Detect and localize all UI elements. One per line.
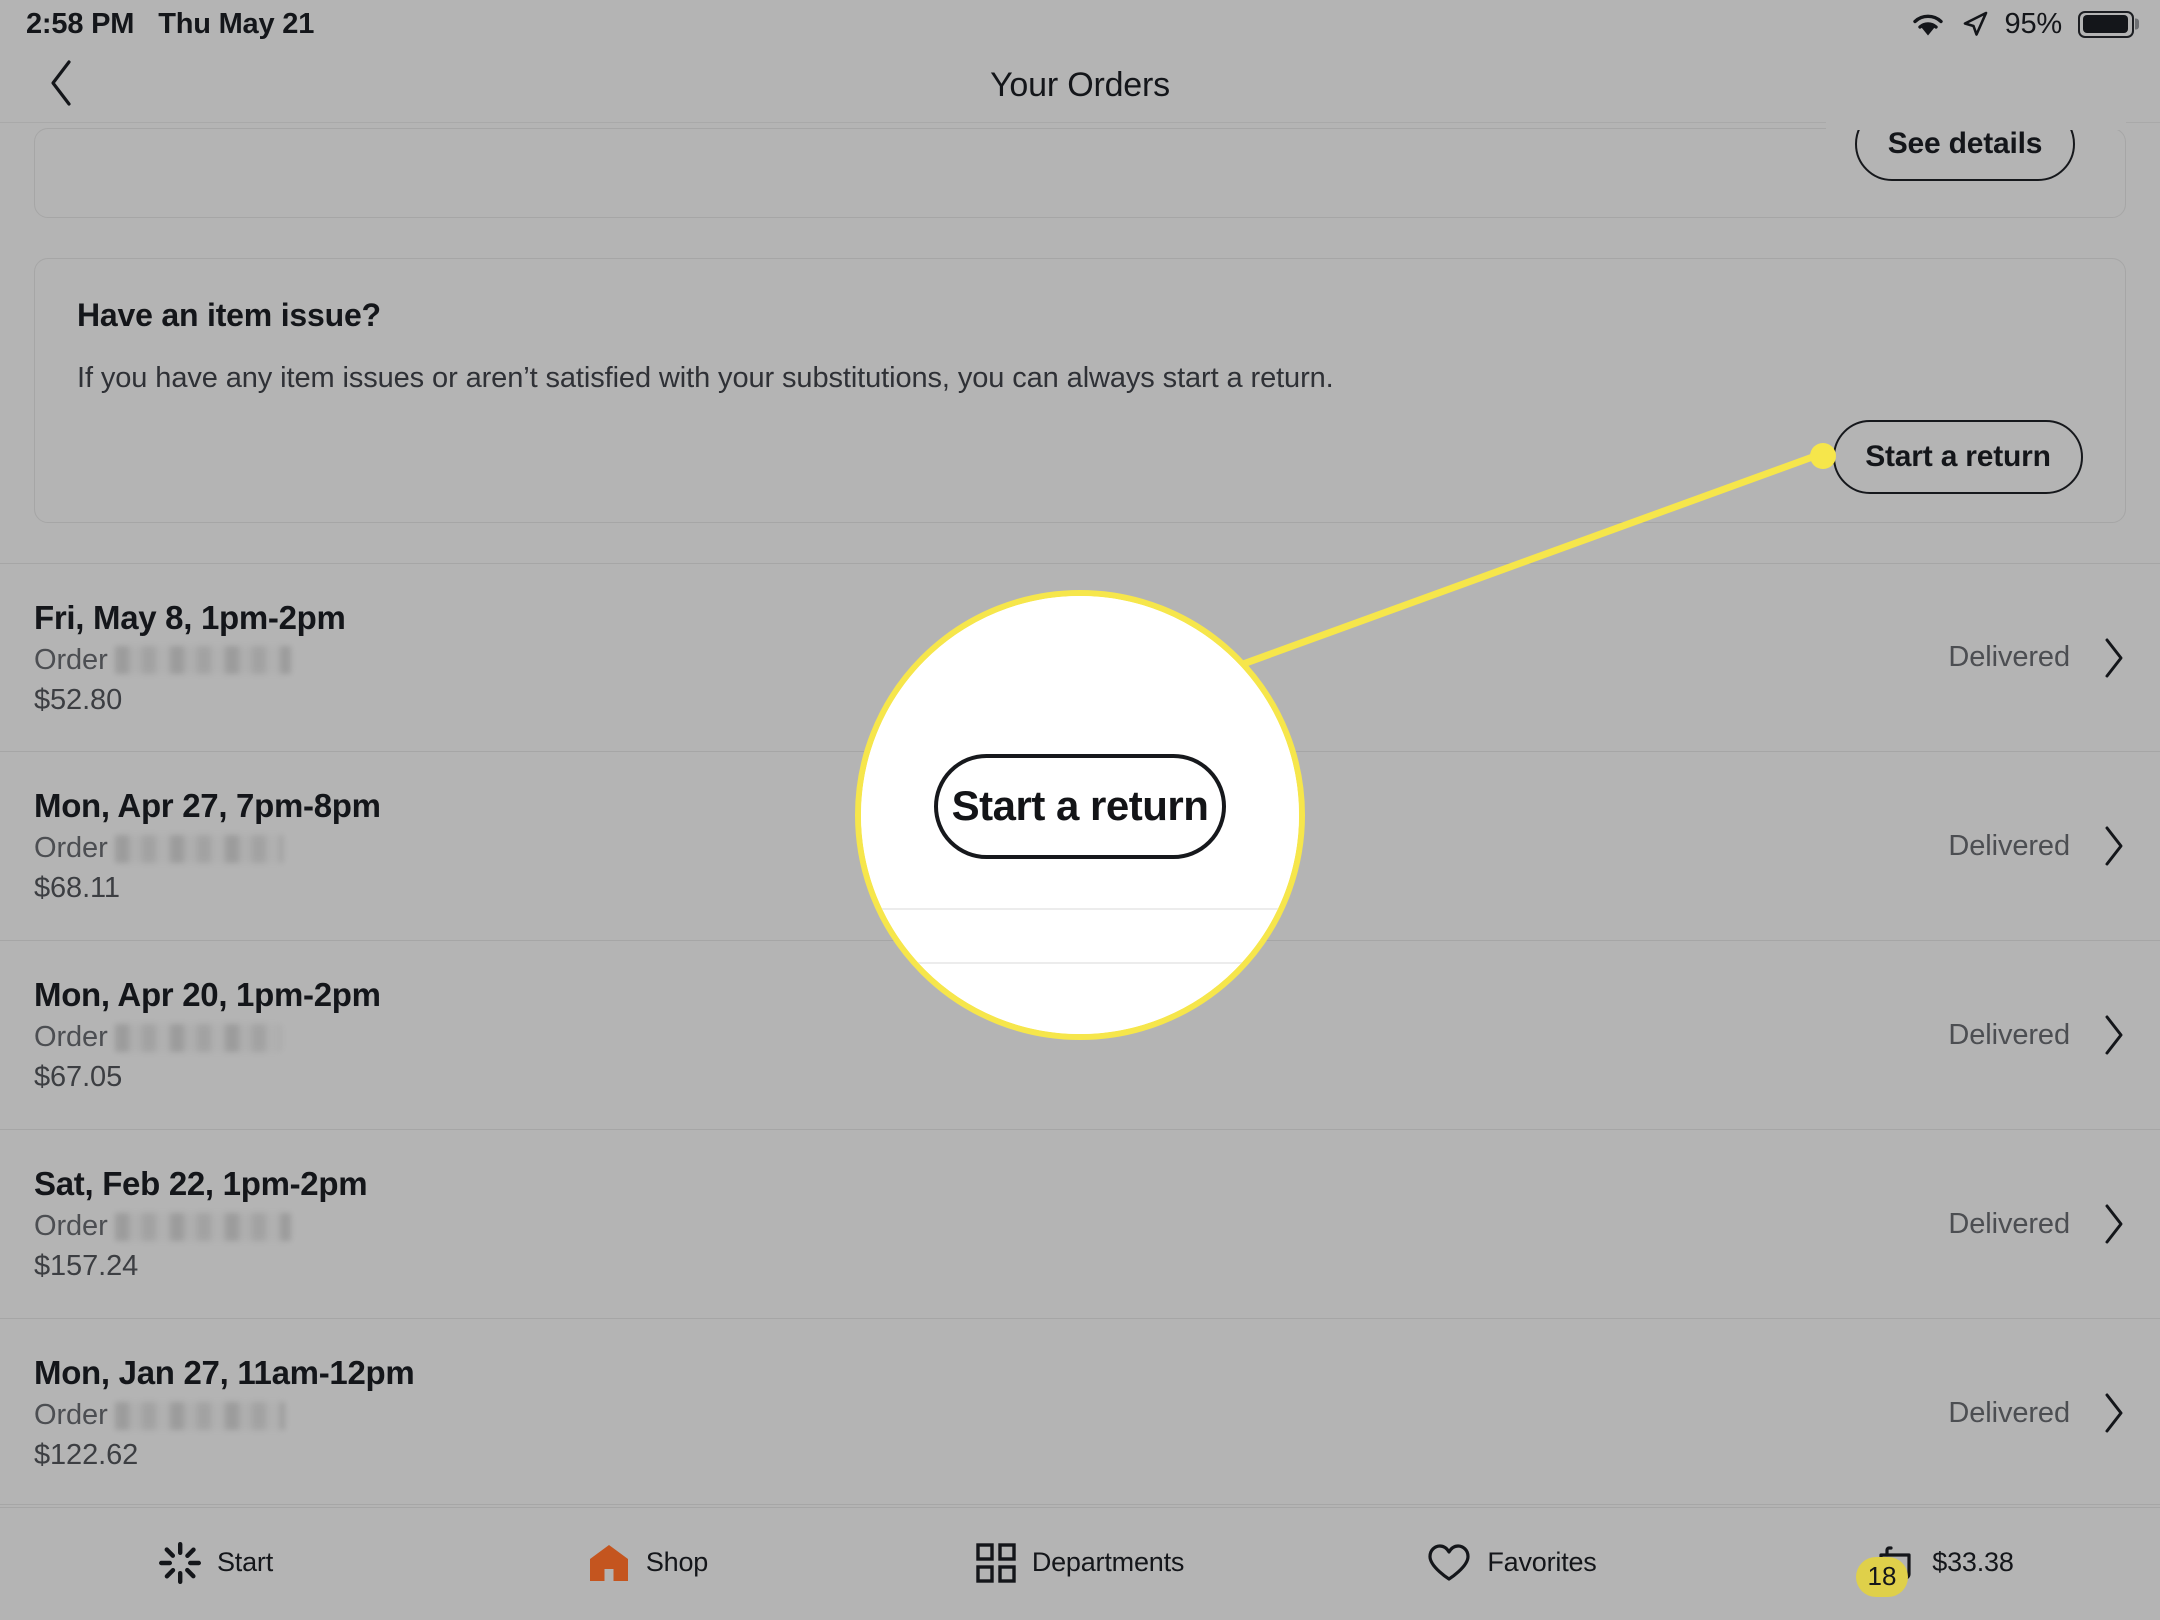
status-bar-right: 95% bbox=[1911, 7, 2139, 41]
order-date: Mon, Apr 27, 7pm-8pm bbox=[34, 787, 381, 824]
back-button[interactable] bbox=[34, 57, 90, 113]
chevron-right-icon[interactable] bbox=[2102, 637, 2126, 679]
cart-item-count-badge: 18 bbox=[1856, 1556, 1908, 1597]
item-issue-title: Have an item issue? bbox=[77, 297, 381, 333]
nav-label-shop: Shop bbox=[645, 1547, 709, 1577]
order-status-group: Delivered bbox=[1948, 1014, 2126, 1056]
order-status-group: Delivered bbox=[1948, 637, 2126, 679]
order-status-text: Delivered bbox=[1948, 1207, 2070, 1240]
nav-label-start: Start bbox=[216, 1547, 274, 1577]
order-total: $122.62 bbox=[34, 1439, 139, 1471]
order-number-label: Order bbox=[34, 1210, 108, 1242]
order-info: Sat, Feb 22, 1pm-2pm Order $157.24 bbox=[34, 1165, 368, 1283]
order-status-group: Delivered bbox=[1948, 1203, 2126, 1245]
magnified-start-a-return-button[interactable]: Start a return bbox=[934, 753, 1226, 859]
order-number-redacted bbox=[114, 1023, 281, 1052]
store-house-icon bbox=[588, 1542, 630, 1584]
heart-icon bbox=[1427, 1543, 1471, 1583]
magnifier-callout: Start a return bbox=[855, 590, 1305, 1040]
wifi-icon bbox=[1911, 11, 1945, 37]
order-status-group: Delivered bbox=[1948, 825, 2126, 867]
order-total: $157.24 bbox=[34, 1250, 139, 1282]
order-number-line: Order bbox=[34, 1021, 381, 1054]
order-info: Fri, May 8, 1pm-2pm Order $52.80 bbox=[34, 599, 346, 717]
card-top-clip-mask bbox=[1826, 98, 2126, 130]
app-screen: 2:58 PM Thu May 21 95% Your Orders See d… bbox=[0, 0, 2160, 1620]
chevron-right-icon[interactable] bbox=[2102, 1392, 2126, 1434]
nav-label-favorites: Favorites bbox=[1487, 1547, 1597, 1577]
nav-item-favorites[interactable]: Favorites bbox=[1296, 1543, 1728, 1583]
bottom-navigation-bar: Start Shop Departments Favorites 18 $33.… bbox=[0, 1504, 2160, 1620]
order-total: $68.11 bbox=[34, 872, 120, 904]
chevron-right-icon[interactable] bbox=[2102, 1014, 2126, 1056]
order-total: $67.05 bbox=[34, 1061, 123, 1093]
order-date: Sat, Feb 22, 1pm-2pm bbox=[34, 1165, 368, 1202]
item-issue-description: If you have any item issues or aren’t sa… bbox=[77, 362, 1334, 394]
order-number-redacted bbox=[114, 646, 291, 674]
callout-anchor-dot bbox=[1810, 443, 1836, 469]
order-status-text: Delivered bbox=[1948, 829, 2070, 862]
order-number-line: Order bbox=[34, 1399, 414, 1432]
order-row[interactable]: Sat, Feb 22, 1pm-2pm Order $157.24 Delivere… bbox=[0, 1130, 2160, 1319]
order-number-line: Order bbox=[34, 644, 346, 677]
nav-item-shop[interactable]: Shop bbox=[432, 1542, 864, 1584]
order-status-text: Delivered bbox=[1948, 1018, 2070, 1051]
item-issue-card: Have an item issue? If you have any item… bbox=[34, 258, 2126, 523]
chevron-right-icon[interactable] bbox=[2102, 1203, 2126, 1245]
order-number-label: Order bbox=[34, 1399, 108, 1431]
order-info: Mon, Jan 27, 11am-12pm Order $122.62 bbox=[34, 1354, 415, 1472]
grid-icon bbox=[976, 1542, 1016, 1583]
location-arrow-icon bbox=[1961, 10, 1989, 38]
order-number-label: Order bbox=[34, 643, 108, 676]
nav-label-cart-total: $33.38 bbox=[1932, 1547, 2014, 1577]
order-number-label: Order bbox=[34, 832, 108, 864]
order-status-text: Delivered bbox=[1948, 641, 2070, 673]
start-a-return-button[interactable]: Start a return bbox=[1833, 420, 2083, 494]
nav-item-departments[interactable]: Departments bbox=[864, 1542, 1296, 1583]
order-status-text: Delivered bbox=[1948, 1396, 2070, 1429]
order-number-label: Order bbox=[34, 1021, 108, 1053]
status-bar: 2:58 PM Thu May 21 95% bbox=[0, 0, 2160, 48]
battery-icon bbox=[2078, 10, 2139, 38]
status-time: 2:58 PM bbox=[26, 7, 135, 40]
order-number-redacted bbox=[114, 834, 283, 863]
order-date: Mon, Apr 20, 1pm-2pm bbox=[34, 976, 381, 1013]
order-info: Mon, Apr 27, 7pm-8pm Order $68.11 bbox=[34, 787, 381, 905]
status-bar-left: 2:58 PM Thu May 21 bbox=[26, 8, 314, 41]
status-date: Thu May 21 bbox=[158, 7, 315, 40]
nav-item-cart[interactable]: 18 $33.38 bbox=[1728, 1543, 2160, 1597]
order-number-redacted bbox=[114, 1401, 285, 1430]
battery-percent: 95% bbox=[2004, 7, 2063, 40]
order-total: $52.80 bbox=[34, 683, 123, 716]
order-number-line: Order bbox=[34, 832, 381, 865]
walmart-spark-icon bbox=[158, 1541, 201, 1584]
chevron-left-icon bbox=[47, 59, 77, 112]
nav-label-departments: Departments bbox=[1031, 1547, 1185, 1577]
order-status-group: Delivered bbox=[1948, 1392, 2126, 1434]
order-number-line: Order bbox=[34, 1210, 367, 1243]
order-date: Fri, May 8, 1pm-2pm bbox=[34, 598, 346, 636]
nav-item-start[interactable]: Start bbox=[0, 1541, 432, 1584]
order-number-redacted bbox=[114, 1212, 291, 1241]
chevron-right-icon[interactable] bbox=[2102, 825, 2126, 867]
order-info: Mon, Apr 20, 1pm-2pm Order $67.05 bbox=[34, 976, 381, 1094]
order-date: Mon, Jan 27, 11am-12pm bbox=[34, 1354, 415, 1391]
order-row[interactable]: Mon, Jan 27, 11am-12pm Order $122.62 Delive… bbox=[0, 1319, 2160, 1508]
order-summary-card: See details bbox=[34, 107, 2126, 218]
